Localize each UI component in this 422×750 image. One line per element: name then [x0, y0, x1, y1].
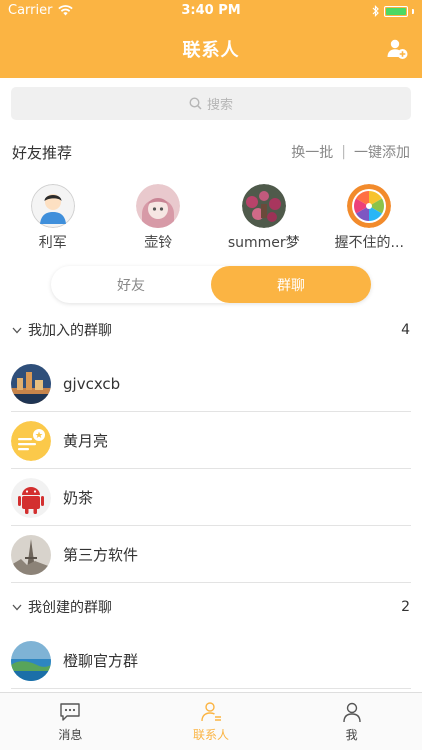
recommend-actions: 换一批 | 一键添加 [291, 142, 410, 162]
recommend-title: 好友推荐 [12, 143, 73, 162]
contacts-icon [201, 702, 221, 722]
flowers-photo-avatar [241, 184, 286, 228]
recommend-item[interactable]: summer梦 [211, 184, 317, 254]
section-count: 2 [401, 599, 410, 615]
battery-icon [384, 5, 408, 17]
section-title: 我加入的群聊 [28, 323, 112, 339]
group-name: 奶茶 [63, 489, 94, 507]
recommend-name: 利军 [38, 235, 67, 251]
created-groups-header[interactable]: 我创建的群聊 2 [0, 593, 422, 621]
add-all-button[interactable]: 一键添加 [354, 142, 410, 162]
tab-groups[interactable]: 群聊 [211, 266, 371, 303]
yellow-moon-avatar [11, 420, 51, 461]
tab-label: 消息 [58, 728, 83, 742]
recommend-item[interactable]: 利军 [0, 184, 106, 254]
chevron-down-icon [12, 604, 22, 610]
tab-messages[interactable]: 消息 [0, 693, 141, 750]
action-divider: | [341, 144, 346, 160]
group-name: 第三方软件 [63, 546, 139, 564]
section-count: 4 [401, 322, 410, 338]
battery-group [372, 5, 414, 17]
recommend-header: 好友推荐 换一批 | 一键添加 [12, 140, 410, 164]
section-title: 我创建的群聊 [28, 600, 112, 616]
recommend-name: 握不住的... [334, 235, 404, 251]
section-title-group: 我创建的群聊 [12, 597, 112, 617]
tab-label: 联系人 [192, 728, 229, 742]
paris-photo-avatar [11, 534, 51, 575]
navigation-bar: Carrier 3:40 PM 联系人 [0, 0, 422, 78]
section-title-group: 我加入的群聊 [12, 320, 112, 340]
page-title: 联系人 [182, 40, 240, 61]
search-placeholder: 搜索 [206, 98, 233, 113]
group-name: 黄月亮 [63, 432, 109, 450]
recommend-list: 利军 壶铃 summer梦 握不住的... [0, 184, 422, 254]
search-input[interactable]: 搜索 [11, 87, 411, 120]
profile-icon [342, 702, 361, 723]
tab-label: 我 [345, 728, 358, 742]
group-name: 橙聊官方群 [63, 652, 139, 670]
segmented-control: 好友 群聊 [51, 266, 371, 303]
cartoon-boy-avatar [30, 184, 75, 228]
refresh-button[interactable]: 换一批 [291, 142, 333, 162]
list-item[interactable]: 橙聊官方群 [0, 632, 422, 689]
status-bar: Carrier 3:40 PM [0, 0, 422, 22]
tab-profile[interactable]: 我 [281, 693, 422, 750]
search-icon [189, 97, 202, 110]
tab-friends[interactable]: 好友 [51, 266, 211, 303]
add-contact-icon[interactable] [386, 38, 408, 60]
tab-contacts[interactable]: 联系人 [141, 693, 282, 750]
anime-girl-avatar [136, 184, 181, 228]
message-icon [60, 703, 81, 721]
list-item[interactable]: 奶茶 [0, 469, 422, 526]
list-item[interactable]: 黄月亮 [0, 412, 422, 469]
recommend-item[interactable]: 握不住的... [317, 184, 422, 254]
list-item[interactable]: gjvcxcb [0, 355, 422, 412]
recommend-item[interactable]: 壶铃 [106, 184, 212, 254]
orange-slice-avatar [347, 184, 392, 228]
list-item[interactable]: 第三方软件 [0, 526, 422, 583]
city-photo-avatar [11, 363, 51, 404]
android-robot-avatar [11, 477, 51, 518]
tab-bar: 消息 联系人 我 [0, 692, 422, 750]
joined-groups-header[interactable]: 我加入的群聊 4 [0, 316, 422, 344]
status-time: 3:40 PM [181, 3, 241, 18]
recommend-name: 壶铃 [144, 235, 173, 251]
bluetooth-icon [372, 5, 379, 17]
group-name: gjvcxcb [63, 374, 121, 393]
chevron-down-icon [12, 327, 22, 333]
recommend-name: summer梦 [227, 235, 300, 251]
coast-photo-avatar [11, 640, 51, 681]
